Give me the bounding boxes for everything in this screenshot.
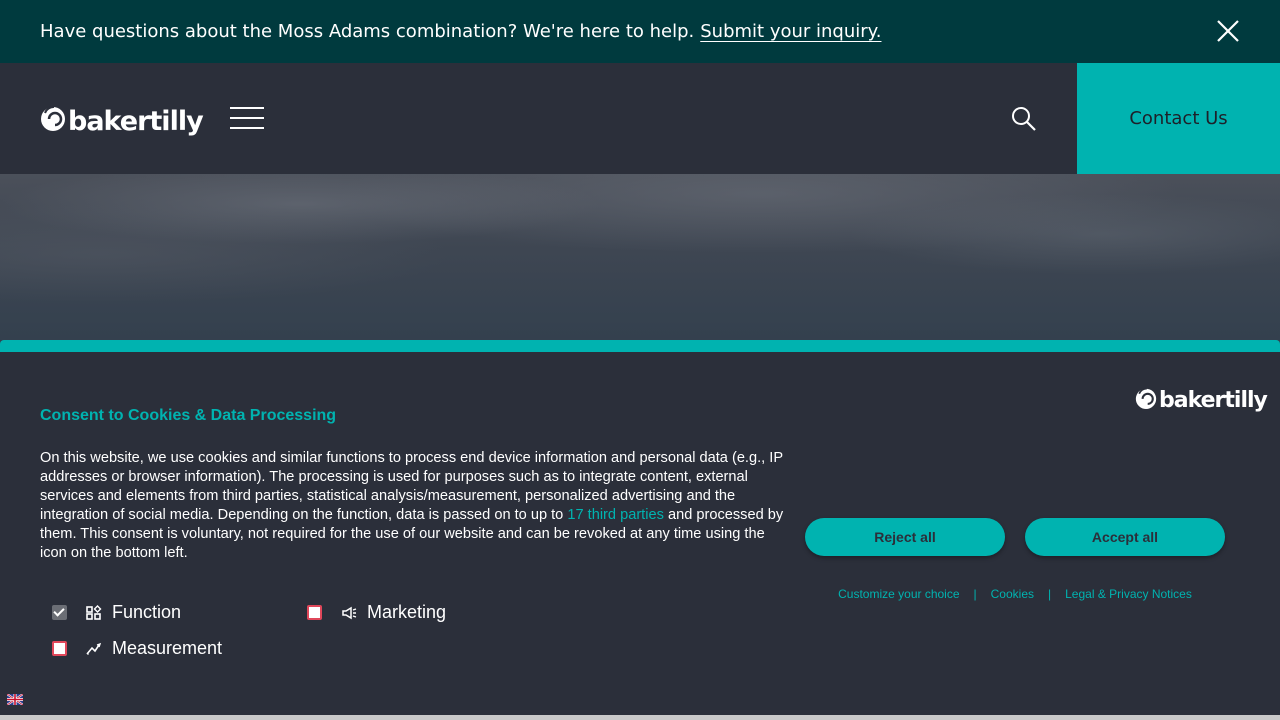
cookie-consent-panel: bakertilly Consent to Cookies & Data Pro… bbox=[0, 340, 1280, 720]
option-function[interactable]: Function bbox=[52, 602, 181, 623]
cookies-link[interactable]: Cookies bbox=[991, 587, 1034, 601]
bottom-scrollbar bbox=[0, 715, 1280, 720]
marketing-checkbox[interactable] bbox=[307, 605, 322, 620]
option-marketing[interactable]: Marketing bbox=[307, 602, 446, 623]
language-flag-icon[interactable] bbox=[7, 694, 23, 705]
marketing-icon bbox=[342, 606, 357, 619]
site-logo[interactable]: bakertilly bbox=[40, 98, 204, 137]
measurement-checkbox[interactable] bbox=[52, 641, 67, 656]
logo-text: bakertilly bbox=[68, 106, 204, 137]
function-checkbox[interactable] bbox=[52, 605, 67, 620]
consent-logo-text: bakertilly bbox=[1159, 388, 1268, 413]
site-header: bakertilly Contact Us bbox=[0, 63, 1280, 174]
logo-mark-icon bbox=[41, 105, 65, 131]
consent-title: Consent to Cookies & Data Processing bbox=[40, 407, 337, 424]
accept-all-button[interactable]: Accept all bbox=[1025, 518, 1225, 556]
close-icon[interactable] bbox=[1216, 19, 1240, 43]
menu-icon[interactable] bbox=[230, 107, 264, 131]
search-icon[interactable] bbox=[1011, 106, 1037, 132]
logo-mark-icon bbox=[1135, 387, 1157, 409]
link-separator: | bbox=[973, 587, 977, 601]
function-label: Function bbox=[112, 602, 182, 622]
measurement-icon bbox=[86, 642, 102, 655]
third-parties-link[interactable]: 17 third parties bbox=[567, 507, 664, 523]
reject-all-button[interactable]: Reject all bbox=[805, 518, 1005, 556]
function-icon bbox=[86, 604, 102, 620]
hero-image bbox=[0, 174, 1280, 344]
customize-choice-link[interactable]: Customize your choice bbox=[838, 587, 959, 601]
consent-links: Customize your choice | Cookies | Legal … bbox=[805, 587, 1225, 601]
submit-inquiry-link[interactable]: Submit your inquiry. bbox=[700, 21, 881, 42]
announcement-text: Have questions about the Moss Adams comb… bbox=[40, 21, 695, 42]
consent-description: On this website, we use cookies and simi… bbox=[40, 449, 792, 563]
link-separator: | bbox=[1048, 587, 1052, 601]
option-measurement[interactable]: Measurement bbox=[52, 638, 222, 659]
announcement-bar: Have questions about the Moss Adams comb… bbox=[0, 0, 1280, 63]
consent-logo: bakertilly bbox=[1135, 382, 1268, 413]
marketing-label: Marketing bbox=[367, 602, 447, 622]
measurement-label: Measurement bbox=[112, 638, 223, 658]
contact-us-button[interactable]: Contact Us bbox=[1077, 63, 1280, 174]
legal-privacy-link[interactable]: Legal & Privacy Notices bbox=[1065, 587, 1192, 601]
